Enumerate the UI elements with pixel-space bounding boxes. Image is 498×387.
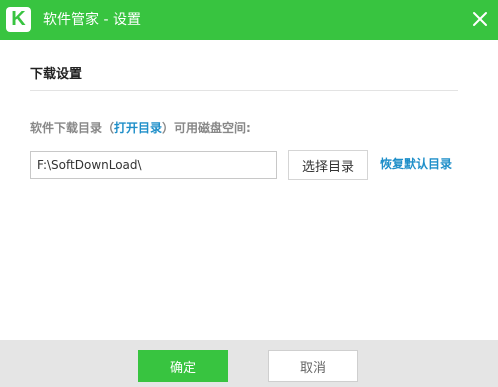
close-button[interactable] [466,5,494,33]
download-dir-label-suffix: ）可用磁盘空间: [162,121,251,135]
title-bar: K 软件管家 - 设置 [0,0,498,40]
download-dir-label-prefix: 软件下载目录（ [30,121,115,135]
cancel-button[interactable]: 取消 [268,350,358,382]
footer-bar: 确定 取消 [0,340,498,387]
download-path-input[interactable] [30,151,277,179]
choose-dir-button[interactable]: 选择目录 [288,150,368,180]
open-dir-link[interactable]: 打开目录 [114,121,162,135]
software-manager-logo-icon: K [6,7,31,32]
window-title: 软件管家 - 设置 [43,12,141,28]
close-icon [473,12,487,26]
download-dir-label: 软件下载目录（打开目录）可用磁盘空间: [30,120,251,137]
section-divider [30,90,458,91]
section-title-download-settings: 下载设置 [30,67,83,82]
confirm-button[interactable]: 确定 [138,350,228,382]
restore-default-dir-link[interactable]: 恢复默认目录 [380,156,452,173]
